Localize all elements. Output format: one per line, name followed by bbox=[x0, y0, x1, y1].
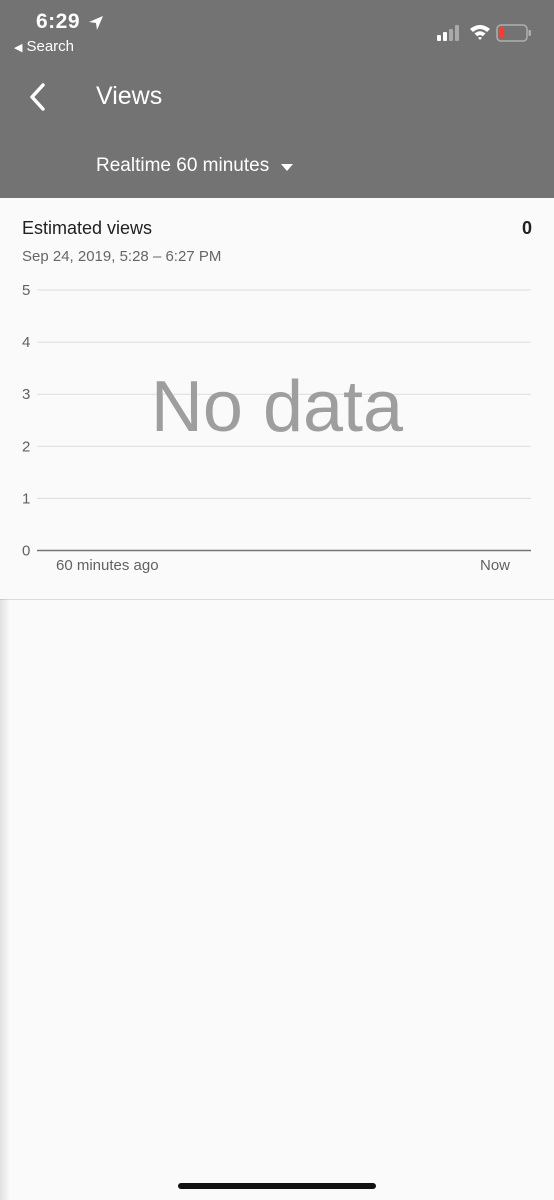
chart-y-tick-label: 1 bbox=[22, 490, 30, 507]
chart-y-tick-label: 0 bbox=[22, 543, 30, 560]
period-label: Realtime 60 minutes bbox=[96, 155, 270, 176]
no-data-message: No data bbox=[151, 367, 404, 447]
back-to-search-link[interactable]: ◀ Search bbox=[14, 38, 74, 55]
chart-y-tick-label: 5 bbox=[22, 282, 30, 299]
chart-y-tick-labels: 5 4 3 2 1 0 bbox=[22, 282, 30, 560]
page-title: Views bbox=[96, 82, 163, 110]
status-time: 6:29 bbox=[36, 10, 81, 33]
chart-x-label-end: Now bbox=[480, 557, 510, 574]
caret-down-icon bbox=[281, 163, 294, 171]
wifi-icon bbox=[470, 25, 490, 40]
chart-y-tick-label: 2 bbox=[22, 438, 30, 455]
views-chart: 5 4 3 2 1 0 60 minutes ago Now No data bbox=[22, 282, 531, 574]
home-indicator[interactable] bbox=[178, 1183, 376, 1189]
edge-shadow bbox=[0, 599, 10, 1200]
location-arrow-icon bbox=[89, 16, 103, 30]
back-to-search-label: Search bbox=[26, 38, 74, 55]
chevron-left-icon[interactable] bbox=[22, 80, 56, 114]
chart-y-tick-label: 4 bbox=[22, 334, 30, 351]
period-dropdown[interactable]: Realtime 60 minutes bbox=[96, 155, 294, 177]
battery-low-icon bbox=[496, 24, 531, 42]
app-header: 6:29 ◀ Search Views Realtime 60 minutes bbox=[0, 0, 554, 198]
chart-y-tick-label: 3 bbox=[22, 386, 30, 403]
chart-x-label-start: 60 minutes ago bbox=[56, 557, 159, 574]
back-triangle-icon: ◀ bbox=[14, 42, 23, 54]
cellular-signal-icon bbox=[437, 25, 459, 41]
